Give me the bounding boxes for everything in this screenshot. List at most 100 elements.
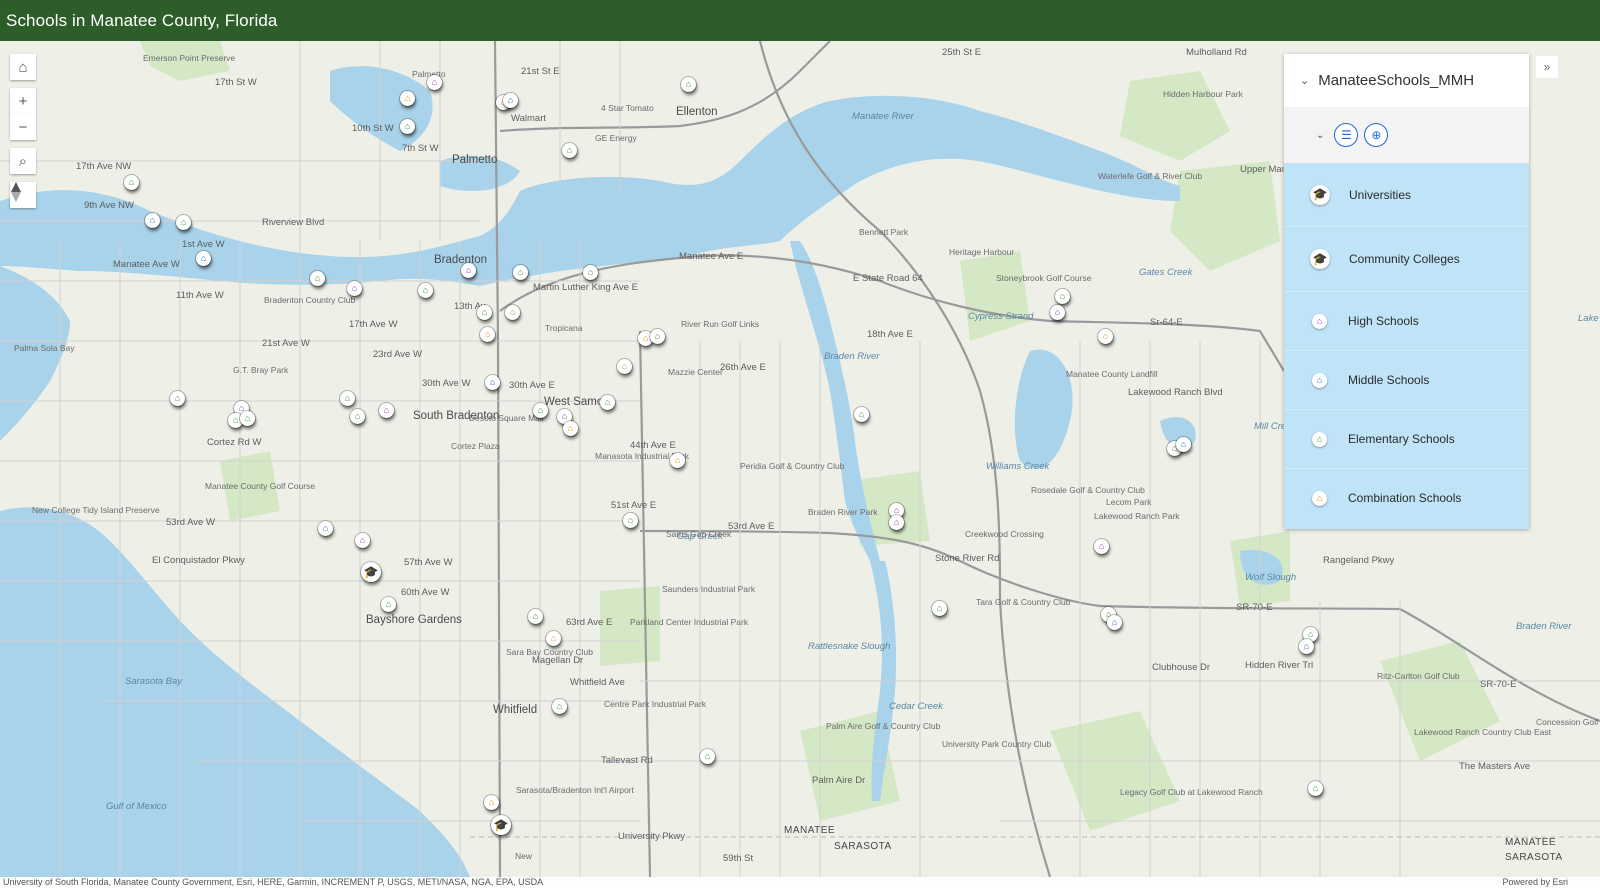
elementary-school-marker[interactable]: ⌂ bbox=[350, 409, 365, 424]
middle-school-marker[interactable]: ⌂ bbox=[145, 213, 160, 228]
double-chevron-right-icon: » bbox=[1543, 60, 1551, 74]
community-college-marker[interactable]: 🎓 bbox=[361, 562, 381, 582]
high-school-marker[interactable]: ⌂ bbox=[355, 533, 370, 548]
zoom-in-button[interactable]: + bbox=[10, 88, 36, 115]
elementary-school-marker[interactable]: ⌂ bbox=[124, 175, 139, 190]
compass-button[interactable] bbox=[10, 182, 36, 208]
map-label: 9th Ave NW bbox=[84, 200, 134, 211]
elementary-school-marker[interactable]: ⌂ bbox=[381, 597, 396, 612]
search-icon: ⌕ bbox=[18, 152, 28, 170]
map-label: Centre Park Industrial Park bbox=[604, 699, 706, 710]
map-label: University Pkwy bbox=[618, 831, 686, 842]
map-label: Heritage Harbour bbox=[949, 247, 1015, 257]
map-label: Sarasota Bay bbox=[125, 676, 183, 687]
chevron-down-icon[interactable]: ⌄ bbox=[1316, 130, 1324, 141]
attribution-credits[interactable]: University of South Florida, Manatee Cou… bbox=[3, 877, 543, 888]
minus-icon: − bbox=[18, 118, 28, 136]
combination-school-marker[interactable]: ⌂ bbox=[1098, 329, 1113, 344]
elementary-school-marker[interactable]: ⌂ bbox=[562, 143, 577, 158]
high-school-marker[interactable]: ⌂ bbox=[461, 263, 476, 278]
zoom-to-button[interactable]: ⊕ bbox=[1364, 123, 1389, 147]
elementary-school-marker[interactable]: ⌂ bbox=[528, 609, 543, 624]
combination-school-marker[interactable]: ⌂ bbox=[670, 453, 685, 468]
map-label: Cortez Rd W bbox=[207, 437, 262, 448]
high-school-marker[interactable]: ⌂ bbox=[379, 403, 394, 418]
collapse-panel-button[interactable]: » bbox=[1536, 56, 1558, 78]
legend-item-middle-schools[interactable]: ⌂ Middle Schools bbox=[1284, 351, 1529, 410]
map-label: Palmetto bbox=[452, 154, 498, 166]
map-label: G.T. Bray Park bbox=[233, 365, 289, 375]
elementary-school-marker[interactable]: ⌂ bbox=[854, 407, 869, 422]
map-label: Magellan Dr bbox=[532, 655, 584, 666]
school-building-icon: ⌂ bbox=[1312, 431, 1327, 447]
map-label: Sams Gap Creek bbox=[666, 529, 732, 539]
compass-icon bbox=[11, 182, 21, 202]
high-school-marker[interactable]: ⌂ bbox=[1094, 539, 1109, 554]
elementary-school-marker[interactable]: ⌂ bbox=[700, 749, 715, 764]
combination-school-marker[interactable]: ⌂ bbox=[484, 795, 499, 810]
map-label: Parkland Center Industrial Park bbox=[630, 617, 748, 628]
zoom-out-button[interactable]: − bbox=[10, 114, 36, 140]
elementary-school-marker[interactable]: ⌂ bbox=[1055, 289, 1070, 304]
powered-by-esri[interactable]: Powered by Esri bbox=[1502, 877, 1568, 888]
legend-item-community-colleges[interactable]: 🎓 Community Colleges bbox=[1284, 227, 1529, 292]
middle-school-marker[interactable]: ⌂ bbox=[485, 375, 500, 390]
middle-school-marker[interactable]: ⌂ bbox=[318, 521, 333, 536]
map-label: Ellenton bbox=[676, 106, 718, 118]
legend-item-elementary-schools[interactable]: ⌂ Elementary Schools bbox=[1284, 410, 1529, 469]
elementary-school-marker[interactable]: ⌂ bbox=[623, 513, 638, 528]
map-label: 1st Ave W bbox=[182, 239, 225, 250]
map-label: 11th Ave W bbox=[176, 290, 224, 301]
middle-school-marker[interactable]: ⌂ bbox=[1176, 437, 1191, 452]
high-school-marker[interactable]: ⌂ bbox=[889, 515, 904, 530]
search-button[interactable]: ⌕ bbox=[10, 148, 36, 174]
map-label: Rangeland Pkwy bbox=[1323, 555, 1395, 566]
middle-school-marker[interactable]: ⌂ bbox=[1299, 639, 1314, 654]
elementary-school-marker[interactable]: ⌂ bbox=[310, 271, 325, 286]
middle-school-marker[interactable]: ⌂ bbox=[196, 251, 211, 266]
map-label: 30th Ave W bbox=[422, 378, 471, 389]
university-marker[interactable]: 🎓 bbox=[491, 815, 511, 835]
chevron-down-icon[interactable]: ⌄ bbox=[1300, 74, 1309, 87]
map-label: Lecom Park bbox=[1106, 497, 1152, 507]
elementary-school-marker[interactable]: ⌂ bbox=[176, 215, 191, 230]
elementary-school-marker[interactable]: ⌂ bbox=[400, 119, 415, 134]
combination-school-marker[interactable]: ⌂ bbox=[546, 631, 561, 646]
elementary-school-marker[interactable]: ⌂ bbox=[240, 411, 255, 426]
combination-school-marker[interactable]: ⌂ bbox=[505, 305, 520, 320]
elementary-school-marker[interactable]: ⌂ bbox=[552, 699, 567, 714]
combination-school-marker[interactable]: ⌂ bbox=[563, 421, 578, 436]
elementary-school-marker[interactable]: ⌂ bbox=[533, 403, 548, 418]
elementary-school-marker[interactable]: ⌂ bbox=[1308, 781, 1323, 796]
high-school-marker[interactable]: ⌂ bbox=[427, 75, 442, 90]
elementary-school-marker[interactable]: ⌂ bbox=[477, 305, 492, 320]
elementary-school-marker[interactable]: ⌂ bbox=[681, 77, 696, 92]
layer-header[interactable]: ⌄ ManateeSchools_MMH bbox=[1284, 54, 1529, 107]
elementary-school-marker[interactable]: ⌂ bbox=[513, 265, 528, 280]
map-label: Williams Creek bbox=[986, 461, 1050, 472]
home-button[interactable]: ⌂ bbox=[10, 54, 36, 80]
map-label: SR-70-E bbox=[1236, 602, 1273, 613]
map-label: 26th Ave E bbox=[720, 362, 766, 373]
combination-school-marker[interactable]: ⌂ bbox=[400, 91, 415, 106]
elementary-school-marker[interactable]: ⌂ bbox=[418, 283, 433, 298]
legend-item-high-schools[interactable]: ⌂ High Schools bbox=[1284, 292, 1529, 351]
legend-item-combination-schools[interactable]: ⌂ Combination Schools bbox=[1284, 469, 1529, 527]
elementary-school-marker[interactable]: ⌂ bbox=[650, 329, 665, 344]
middle-school-marker[interactable]: ⌂ bbox=[1107, 615, 1122, 630]
map-label: Desoto Square Mall bbox=[469, 413, 544, 424]
combination-school-marker[interactable]: ⌂ bbox=[480, 327, 495, 342]
middle-school-marker[interactable]: ⌂ bbox=[1050, 305, 1065, 320]
combination-school-marker[interactable]: ⌂ bbox=[617, 359, 632, 374]
legend-item-universities[interactable]: 🎓 Universities bbox=[1284, 163, 1529, 227]
legend-label: High Schools bbox=[1348, 314, 1419, 328]
elementary-school-marker[interactable]: ⌂ bbox=[600, 395, 615, 410]
middle-school-marker[interactable]: ⌂ bbox=[503, 93, 518, 108]
elementary-school-marker[interactable]: ⌂ bbox=[340, 391, 355, 406]
list-toggle-button[interactable]: ☰ bbox=[1334, 123, 1359, 147]
elementary-school-marker[interactable]: ⌂ bbox=[583, 265, 598, 280]
high-school-marker[interactable]: ⌂ bbox=[347, 281, 362, 296]
map-label: Gulf of Mexico bbox=[106, 801, 167, 812]
elementary-school-marker[interactable]: ⌂ bbox=[932, 601, 947, 616]
elementary-school-marker[interactable]: ⌂ bbox=[170, 391, 185, 406]
